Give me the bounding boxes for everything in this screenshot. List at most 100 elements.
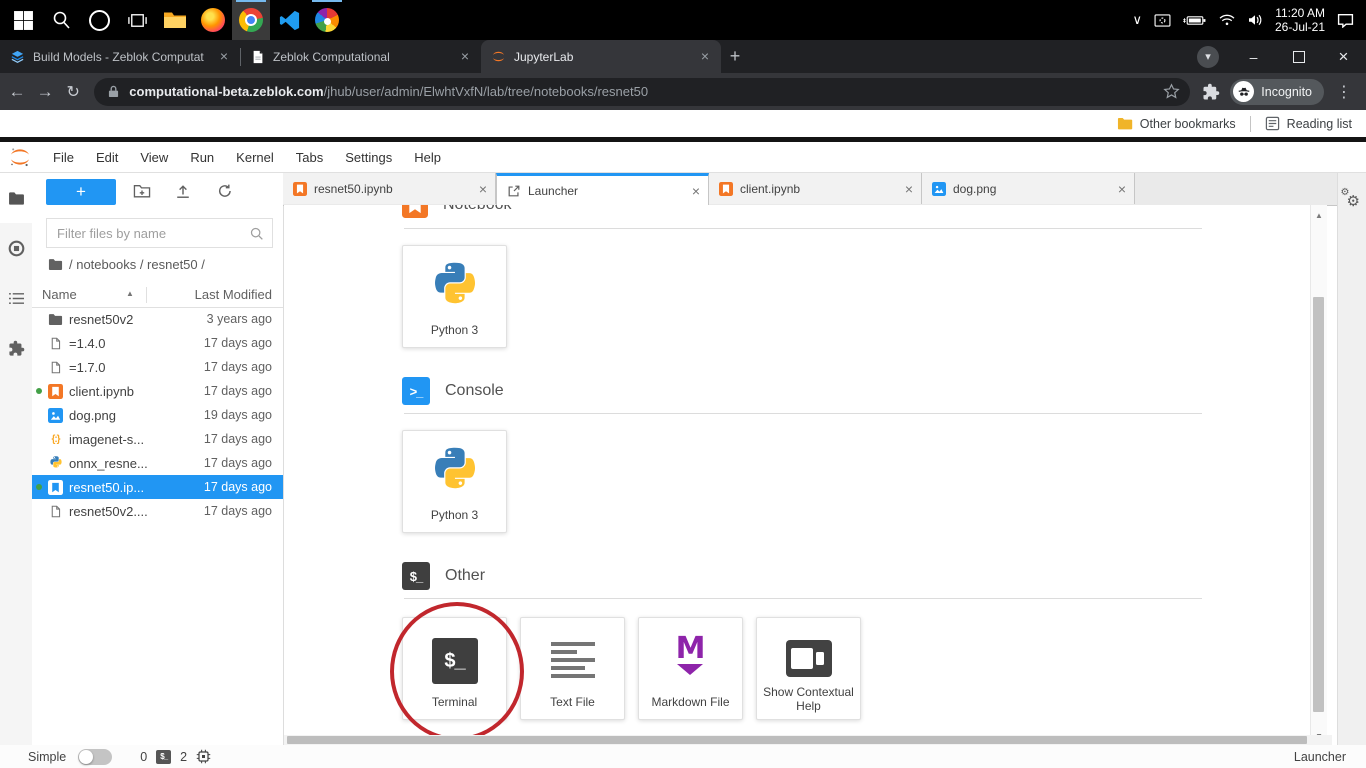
battery-charging-icon[interactable] (1183, 15, 1207, 26)
browser-menu-icon[interactable] (1336, 82, 1352, 102)
restore-button[interactable] (1276, 40, 1321, 73)
address-bar[interactable]: computational-beta.zeblok.com /jhub/user… (94, 78, 1190, 106)
doc-tab-dog-png[interactable]: dog.png (922, 173, 1135, 204)
file-row[interactable]: client.ipynb 17 days ago (32, 379, 283, 403)
kernel-status-icon[interactable] (196, 749, 211, 764)
file-row[interactable]: onnx_resne... 17 days ago (32, 451, 283, 475)
column-name[interactable]: Name (42, 287, 77, 302)
tablet-mode-icon[interactable] (1154, 14, 1171, 27)
close-tab-icon[interactable] (457, 49, 473, 65)
new-tab-button[interactable] (721, 43, 749, 71)
minimize-button[interactable] (1231, 40, 1276, 73)
back-button[interactable] (6, 77, 28, 107)
incognito-icon (1233, 81, 1254, 102)
simple-mode-toggle[interactable] (78, 749, 112, 765)
reading-list[interactable]: Reading list (1265, 116, 1352, 131)
close-tab-icon[interactable] (697, 49, 713, 65)
sort-ascending-icon[interactable] (126, 289, 134, 298)
doc-tab-launcher[interactable]: Launcher (496, 173, 709, 205)
jupyterlab-menu-bar: File Edit View Run Kernel Tabs Settings … (0, 142, 1366, 173)
column-last-modified[interactable]: Last Modified (195, 287, 272, 302)
bookmark-star-icon[interactable] (1163, 83, 1180, 100)
chrome-taskbar-icon[interactable] (232, 0, 270, 40)
tray-expand-icon[interactable] (1132, 12, 1142, 28)
horizontal-scrollbar[interactable] (284, 735, 1332, 745)
firefox-icon[interactable] (194, 0, 232, 40)
launcher-card-notebook-python3[interactable]: Python 3 (402, 245, 507, 348)
new-folder-icon[interactable] (133, 183, 151, 199)
reload-button[interactable] (62, 77, 84, 107)
file-explorer-icon[interactable] (156, 0, 194, 40)
file-row[interactable]: imagenet-s... 17 days ago (32, 427, 283, 451)
menu-view[interactable]: View (129, 150, 179, 165)
close-tab-icon[interactable] (1118, 181, 1126, 197)
other-bookmarks[interactable]: Other bookmarks (1117, 117, 1236, 131)
close-tab-icon[interactable] (692, 183, 700, 199)
search-icon[interactable] (42, 0, 80, 40)
doc-tab-client-ipynb[interactable]: client.ipynb (709, 173, 922, 204)
file-row[interactable]: dog.png 19 days ago (32, 403, 283, 427)
lock-icon (108, 85, 119, 98)
cortana-icon[interactable] (80, 0, 118, 40)
file-list-header[interactable]: Name Last Modified (32, 284, 283, 308)
browser-tab-build-models[interactable]: Build Models - Zeblok Computat (0, 40, 240, 73)
launcher-icon (507, 184, 521, 198)
browser-tab-title: JupyterLab (514, 50, 689, 64)
breadcrumb[interactable]: / notebooks / resnet50 / (48, 257, 205, 272)
terminal-status-icon[interactable] (156, 750, 171, 764)
menu-tabs[interactable]: Tabs (285, 150, 334, 165)
browser-tab-zeblok[interactable]: Zeblok Computational (241, 40, 481, 73)
launcher-card-text-file[interactable]: Text File (520, 617, 625, 720)
scrollbar-thumb[interactable] (287, 736, 1307, 744)
refresh-icon[interactable] (217, 183, 233, 199)
extensions-puzzle-icon[interactable] (1202, 83, 1220, 101)
taskbar-clock[interactable]: 11:20 AM 26-Jul-21 (1275, 6, 1325, 34)
menu-kernel[interactable]: Kernel (225, 150, 285, 165)
file-row[interactable]: =1.4.0 17 days ago (32, 331, 283, 355)
launcher-card-markdown-file[interactable]: M Markdown File (638, 617, 743, 720)
file-row[interactable]: =1.7.0 17 days ago (32, 355, 283, 379)
menu-file[interactable]: File (42, 150, 85, 165)
incognito-badge[interactable]: Incognito (1230, 79, 1324, 105)
menu-run[interactable]: Run (179, 150, 225, 165)
launcher-card-console-python3[interactable]: Python 3 (402, 430, 507, 533)
volume-icon[interactable] (1247, 14, 1263, 26)
close-window-button[interactable] (1321, 40, 1366, 73)
file-row-selected[interactable]: resnet50.ip... 17 days ago (32, 475, 283, 499)
file-row[interactable]: resnet50v2 3 years ago (32, 307, 283, 331)
menu-settings[interactable]: Settings (334, 150, 403, 165)
wifi-icon[interactable] (1219, 14, 1235, 26)
property-inspector-icon[interactable] (1343, 191, 1363, 213)
breadcrumb-path[interactable]: / notebooks / resnet50 / (69, 257, 205, 272)
menu-edit[interactable]: Edit (85, 150, 129, 165)
doc-tab-resnet50-ipynb[interactable]: resnet50.ipynb (283, 173, 496, 204)
task-view-icon[interactable] (118, 0, 156, 40)
running-sessions-icon[interactable] (0, 223, 32, 273)
menu-help[interactable]: Help (403, 150, 452, 165)
new-launcher-button[interactable] (46, 179, 116, 205)
vertical-scrollbar[interactable] (1310, 205, 1327, 745)
scroll-up-icon[interactable] (1311, 211, 1327, 220)
start-button-icon[interactable] (4, 0, 42, 40)
tab-search-icon[interactable] (1197, 46, 1219, 68)
python-icon (403, 262, 506, 312)
upload-icon[interactable] (175, 183, 191, 199)
extension-manager-icon[interactable] (0, 323, 32, 373)
close-tab-icon[interactable] (216, 49, 232, 65)
browser-tab-jupyterlab[interactable]: JupyterLab (481, 40, 721, 73)
action-center-icon[interactable] (1337, 13, 1354, 28)
close-tab-icon[interactable] (905, 181, 913, 197)
forward-button[interactable] (34, 77, 56, 107)
notebook-icon (48, 480, 63, 495)
table-of-contents-icon[interactable] (0, 273, 32, 323)
filter-files-input[interactable] (47, 226, 249, 241)
home-folder-icon[interactable] (48, 257, 63, 272)
file-browser-tab-icon[interactable] (0, 173, 32, 223)
vscode-icon[interactable] (270, 0, 308, 40)
paint3d-icon[interactable] (308, 0, 346, 40)
close-tab-icon[interactable] (479, 181, 487, 197)
context-label: Launcher (1294, 750, 1346, 764)
scrollbar-thumb[interactable] (1313, 297, 1324, 712)
file-row[interactable]: resnet50v2.... 17 days ago (32, 499, 283, 523)
launcher-card-contextual-help[interactable]: Show Contextual Help (756, 617, 861, 720)
